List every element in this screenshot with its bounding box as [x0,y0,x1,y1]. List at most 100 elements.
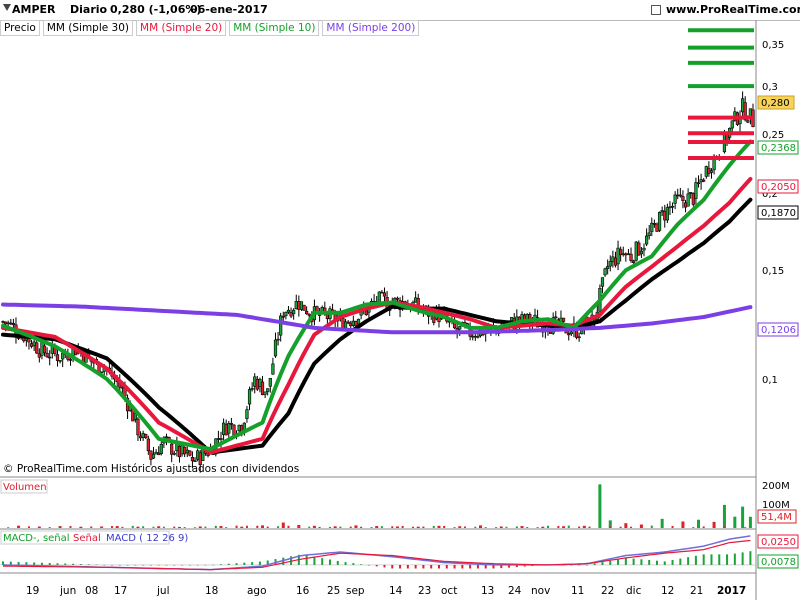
candle-body [302,304,306,311]
candle-body [681,196,685,202]
macd-upper-value: 0,0250 [761,537,796,548]
candle-body [258,378,262,387]
macd-histogram-bar [399,564,402,569]
candle-body [377,291,381,303]
volume-bar [692,527,695,528]
volume-bar [318,526,321,528]
macd-histogram-bar [749,551,752,565]
macd-histogram-bar [25,562,28,565]
volume-bar [546,525,549,528]
volume-bar [733,527,736,528]
candle-body [647,232,651,237]
signal-title[interactable]: Señal [73,533,101,544]
candle-body [608,261,612,267]
volume-bar [136,526,140,528]
macd-title[interactable]: MACD-, señal [3,533,70,544]
macd-histogram-bar [733,553,736,565]
candle-body [151,453,156,459]
x-axis-labels: 19 jun 08 17 jul 18 ago 16 25 sep 14 23 … [26,585,746,597]
candle-body [655,223,659,232]
macd-histogram-bar [173,564,176,566]
volume-bar [499,526,503,528]
candle-body [699,179,703,183]
macd-histogram-bar [313,556,316,565]
volume-bar [598,484,602,528]
x-tick-label: 2017 [717,585,746,597]
candle-body [268,377,272,387]
volume-bar [380,526,383,528]
chart-canvas[interactable]: © ProRealTime.com Históricos ajustados c… [0,0,800,600]
volume-bar [198,526,202,528]
macd-histogram-bar [679,558,682,565]
candle-body [183,446,187,455]
levels-layer [688,28,754,160]
volume-bar [59,526,62,528]
candle-body [668,206,672,209]
volume-bar [443,525,446,528]
y-tick-label: 0,15 [762,266,784,277]
macd-histogram-bar [617,559,620,565]
macd-histogram-bar [204,564,207,566]
candle-body [40,342,44,356]
x-tick-label: jun [59,585,76,597]
macd-histogram-bar [321,558,324,565]
macd-histogram-bar [181,564,184,566]
candle-body [221,422,226,435]
macd-histogram-bar [391,564,394,569]
candle-body [266,388,270,392]
candle-body [683,202,688,208]
macd-histogram-bar [360,564,363,565]
volume-title[interactable]: Volumen [3,482,47,493]
mm200-value: 0,1206 [761,325,796,336]
candle-body [414,297,418,303]
volume-bar [204,526,207,528]
mm10-value: 0,2368 [761,143,796,154]
candle-body [6,322,10,325]
candle-body [637,242,641,256]
macd-histogram-bar [578,564,581,566]
volume-bar [287,525,290,528]
volume-bar [69,526,72,528]
candle-body [624,253,628,256]
macd-histogram-bar [570,564,573,566]
candle-body [663,210,667,221]
candle-body [37,353,41,358]
candle-body [315,306,319,312]
candle-body [170,443,174,455]
candle-body [229,423,233,425]
candle-body [567,333,571,336]
candle-body [569,331,573,335]
candle-body [292,309,296,315]
volume-bar [219,526,223,528]
candle-body [704,166,708,177]
candle-body [245,409,249,419]
candle-body [382,292,387,297]
candle-body [299,301,304,310]
candle-body [276,338,280,341]
x-tick-label: 25 [327,585,340,597]
macd-histogram-bar [17,561,20,565]
candle-body [11,323,15,325]
volume-bar [416,526,420,528]
candle-body [642,247,646,251]
macd-histogram-bar [95,564,98,566]
candle-body [144,434,148,438]
candle-body [650,222,654,232]
macd-histogram-bar [585,564,588,566]
candle-body [673,194,677,204]
mm30-value: 0,1870 [761,208,796,219]
candle-body [141,433,145,438]
x-tick-label: 23 [418,585,431,597]
candle-body [629,253,633,261]
candle-body [172,453,176,455]
candle-body [606,266,610,269]
volume-bar [567,525,570,528]
candle-body [284,311,288,317]
candle-body [58,360,62,362]
macd-params-title[interactable]: MACD ( 12 26 9) [106,533,188,544]
macd-histogram-bar [344,562,347,565]
macd-histogram-bar [33,562,36,565]
candle-body [561,317,566,322]
macd-histogram-bar [352,563,355,565]
candle-body [520,314,524,321]
